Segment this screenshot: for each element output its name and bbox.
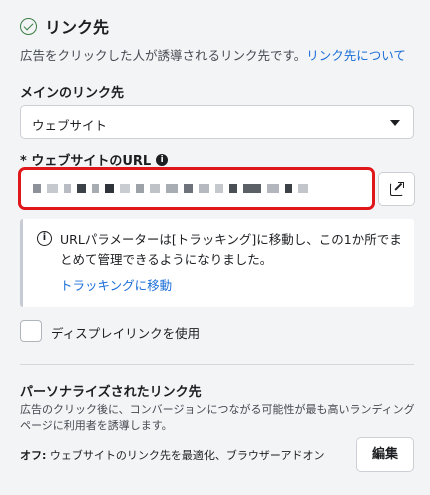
go-to-tracking-link[interactable]: トラッキングに移動 [60, 275, 172, 294]
off-label: オフ: [20, 449, 47, 462]
main-link-label: メインのリンク先 [20, 86, 125, 101]
info-circle-icon: i [37, 231, 52, 246]
description-text: 広告をクリックした人が誘導されるリンク先です。 [20, 48, 307, 63]
personalized-status: オフ: ウェブサイトのリンク先を最適化、ブラウザーアドオン [20, 447, 324, 463]
section-description: 広告をクリックした人が誘導されるリンク先です。リンク先について [20, 45, 406, 64]
external-link-arrowhead-icon [398, 182, 404, 188]
personalized-destination-description: 広告のクリック後に、コンバージョンにつながる可能性が最も高いランディングページに… [20, 403, 415, 432]
section-title: リンク先 [45, 18, 110, 37]
personalized-destination-title: パーソナライズされたリンク先 [20, 385, 202, 400]
learn-more-link[interactable]: リンク先について [306, 48, 406, 63]
link-destination-panel: リンク先 広告をクリックした人が誘導されるリンク先です。リンク先について メイン… [0, 0, 430, 495]
redacted-url-value [33, 184, 314, 193]
display-link-label: ディスプレイリンクを使用 [51, 326, 201, 341]
display-link-checkbox[interactable] [20, 320, 42, 342]
check-circle-icon [20, 17, 37, 35]
website-url-input[interactable] [18, 167, 375, 210]
main-link-selected-value: ウェブサイト [32, 118, 108, 133]
divider [20, 364, 414, 365]
notice-text: URLパラメーターは[トラッキング]に移動し、この1か所でまとめて管理できるよう… [60, 232, 402, 267]
open-url-button[interactable] [378, 172, 415, 206]
section-header: リンク先 [20, 14, 109, 38]
off-details: ウェブサイトのリンク先を最適化、ブラウザーアドオン [46, 449, 325, 462]
main-link-select[interactable]: ウェブサイト [20, 105, 414, 139]
chevron-down-icon [390, 120, 400, 126]
url-parameters-notice: i URLパラメーターは[トラッキング]に移動し、この1か所でまとめて管理できる… [20, 219, 414, 307]
edit-button[interactable]: 編集 [356, 437, 414, 472]
info-icon[interactable]: i [156, 153, 169, 166]
